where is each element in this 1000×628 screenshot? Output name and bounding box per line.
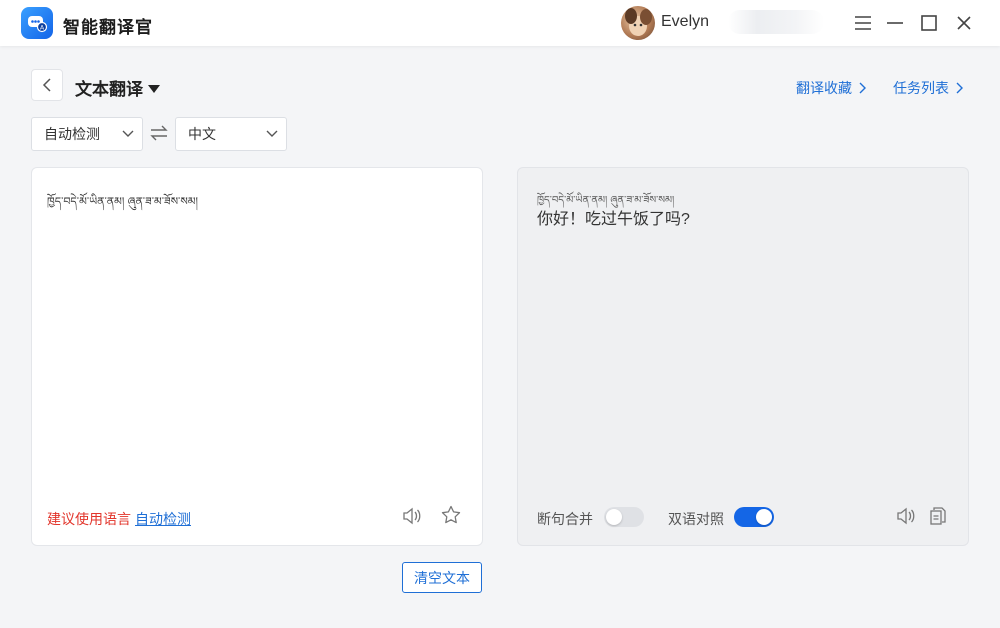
clear-text-button[interactable]: 清空文本 <box>402 562 482 593</box>
bilingual-label: 双语对照 <box>668 511 724 527</box>
tasks-link-label: 任务列表 <box>893 80 949 96</box>
caret-down-icon[interactable] <box>148 80 160 98</box>
avatar[interactable] <box>621 6 655 40</box>
star-icon[interactable] <box>440 504 462 526</box>
chevron-left-icon <box>42 78 51 92</box>
close-icon[interactable] <box>951 10 977 36</box>
target-language-select[interactable]: 中文 <box>175 117 287 151</box>
back-button[interactable] <box>31 69 63 101</box>
chevron-down-icon <box>122 130 134 137</box>
user-name[interactable]: Evelyn <box>661 13 709 31</box>
bilingual-toggle[interactable] <box>734 507 774 527</box>
copy-icon[interactable] <box>927 505 949 527</box>
tasks-link[interactable]: 任务列表 <box>893 78 963 98</box>
app-title: 智能翻译官 <box>63 18 153 37</box>
favorites-link[interactable]: 翻译收藏 <box>796 78 866 98</box>
source-language-select[interactable]: 自动检测 <box>31 117 143 151</box>
translation-text: 你好！吃过午饭了吗? <box>537 211 690 228</box>
merge-sentences-label: 断句合并 <box>537 511 593 527</box>
source-text-panel[interactable]: ཁྱོད་བདེ་མོ་ཡིན་ནམ། ཞུན་ཟ་མ་ཟོས་སམ། 建议使用… <box>31 167 483 546</box>
maximize-icon[interactable] <box>916 10 942 36</box>
title-bar: A 智能翻译官 Evelyn <box>0 0 1000 46</box>
blurred-area <box>728 10 824 34</box>
suggestion-label: 建议使用语言 <box>47 511 131 527</box>
suggestion-language-link[interactable]: 自动检测 <box>135 511 191 527</box>
toggle-knob <box>756 509 772 525</box>
source-language-value: 自动检测 <box>44 126 100 142</box>
source-text-input[interactable]: ཁྱོད་བདེ་མོ་ཡིན་ནམ། ཞུན་ཟ་མ་ཟོས་སམ། <box>47 189 198 220</box>
merge-sentences-toggle[interactable] <box>604 507 644 527</box>
speaker-icon[interactable] <box>895 505 917 527</box>
favorites-link-label: 翻译收藏 <box>796 80 852 96</box>
speaker-icon[interactable] <box>401 505 423 527</box>
swap-languages-icon[interactable] <box>149 124 169 147</box>
language-suggestion: 建议使用语言 自动检测 <box>47 509 191 529</box>
target-language-value: 中文 <box>188 126 216 142</box>
minimize-icon[interactable] <box>882 10 908 36</box>
chevron-right-icon <box>956 82 963 94</box>
page-title: 文本翻译 <box>75 80 143 99</box>
app-logo-icon: A <box>21 7 53 39</box>
chevron-right-icon <box>859 82 866 94</box>
chevron-down-icon <box>266 130 278 137</box>
menu-icon[interactable] <box>850 10 876 36</box>
toggle-knob <box>606 509 622 525</box>
translation-panel: ཁྱོད་བདེ་མོ་ཡིན་ནམ། ཞུན་ཟ་མ་ཟོས་སམ། 你好！吃… <box>517 167 969 546</box>
